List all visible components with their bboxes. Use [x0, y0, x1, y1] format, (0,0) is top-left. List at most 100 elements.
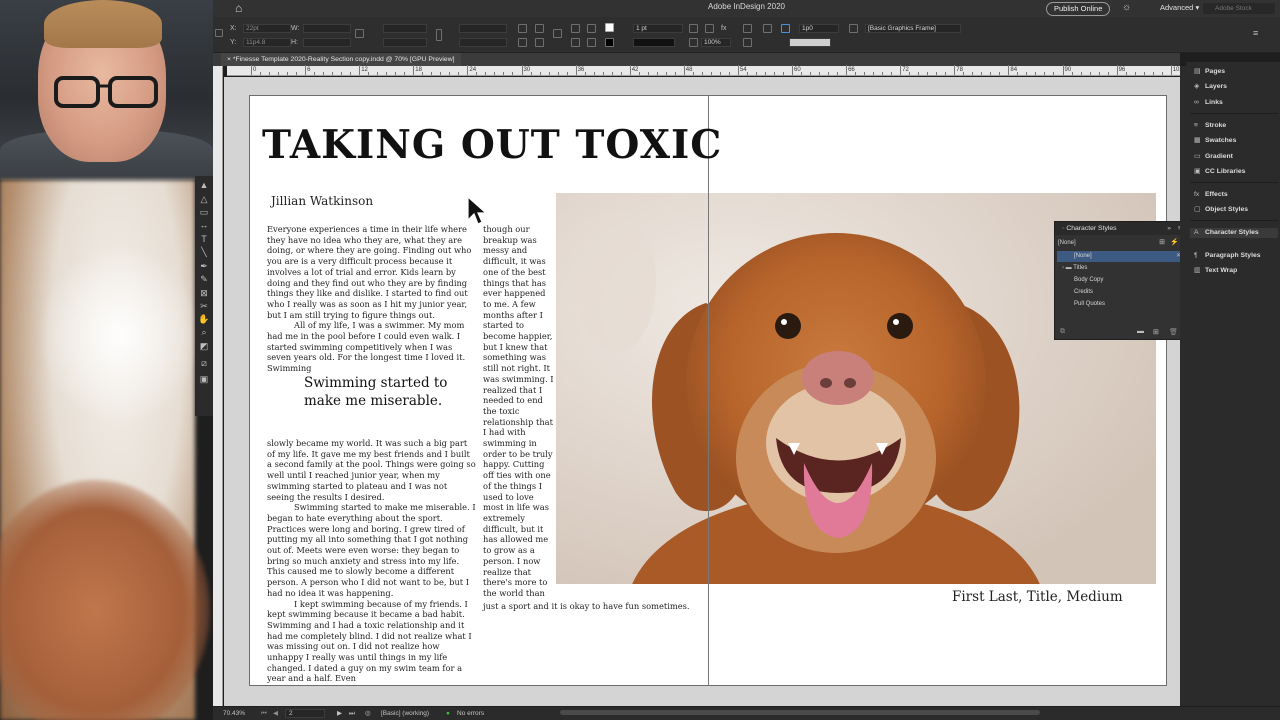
panel-pages[interactable]: ▤ Pages — [1194, 67, 1225, 77]
panel-cc-libraries[interactable]: ▣ CC Libraries — [1194, 167, 1245, 177]
flip-horizontal-icon[interactable] — [518, 38, 527, 47]
body-text-column-2-tail[interactable]: just a sport and it is okay to have fun … — [483, 601, 703, 612]
article-byline[interactable]: Jillian Watkinson — [271, 194, 373, 208]
document-tab[interactable]: × *Finesse Template 2020-Reality Section… — [221, 53, 461, 66]
panel-effects[interactable]: fx Effects — [1194, 190, 1228, 200]
style-item-body-copy[interactable]: Body Copy — [1057, 275, 1185, 286]
page-tool-icon[interactable]: ▭ — [198, 207, 210, 218]
delete-style-icon[interactable]: 🗑 — [1169, 328, 1178, 336]
horizontal-ruler[interactable]: 0 6 12 18 24 30 36 42 48 54 60 66 72 78 84 90 96 102 — [227, 65, 1217, 76]
gap-indicator-icon[interactable] — [781, 24, 790, 33]
new-style-group-icon[interactable]: ⊞ — [1159, 238, 1165, 246]
scale-x-field[interactable] — [383, 24, 427, 33]
panel-paragraph-styles[interactable]: ¶ Paragraph Styles — [1194, 251, 1261, 261]
panel-object-styles[interactable]: ▢ Object Styles — [1194, 205, 1248, 215]
select-previous-icon[interactable] — [587, 24, 596, 33]
rotation-field[interactable] — [459, 24, 507, 33]
style-item-pull-quotes[interactable]: Pull Quotes — [1057, 299, 1185, 310]
preflight-icon[interactable]: ◎ — [365, 709, 371, 719]
apply-none-icon[interactable]: ⧄ — [198, 358, 210, 369]
x-field[interactable]: 22pt — [243, 24, 291, 33]
panel-swatches[interactable]: ▦ Swatches — [1194, 136, 1236, 146]
photo-credit[interactable]: First Last, Title, Medium — [952, 589, 1123, 605]
scissors-tool-icon[interactable]: ✂ — [198, 301, 210, 312]
stroke-type-dropdown[interactable] — [633, 38, 675, 47]
hand-tool-icon[interactable]: ✋ — [198, 314, 210, 325]
y-field[interactable]: 11p4.8 — [243, 38, 291, 47]
rotate-cw-icon[interactable] — [518, 24, 527, 33]
rotate-ccw-icon[interactable] — [535, 24, 544, 33]
group-expand-icon[interactable]: › — [1062, 265, 1064, 271]
panel-layers[interactable]: ◈ Layers — [1194, 82, 1227, 92]
stroke-swatch-icon[interactable] — [605, 38, 614, 47]
align-left-icon[interactable] — [743, 24, 752, 33]
shear-field[interactable] — [459, 38, 507, 47]
article-headline[interactable]: TAKING OUT TOXIC — [262, 120, 721, 170]
align-center-icon[interactable] — [743, 38, 752, 47]
body-text-column-1-top[interactable]: Everyone experiences a time in their lif… — [267, 224, 477, 374]
select-next-icon[interactable] — [587, 38, 596, 47]
gap-tool-icon[interactable]: ↔ — [198, 220, 210, 231]
fit-frame-icon[interactable] — [705, 24, 714, 33]
body-text-column-2[interactable]: though our breakup was messy and difficu… — [483, 224, 555, 599]
preflight-profile[interactable]: [Basic] (working) — [381, 709, 429, 719]
clear-overrides-icon[interactable]: ⧉ — [1060, 328, 1065, 336]
object-style-dropdown[interactable]: [Basic Graphics Frame] — [865, 24, 961, 33]
style-item-credits[interactable]: Credits — [1057, 287, 1185, 298]
reference-p-icon[interactable] — [553, 29, 562, 38]
pencil-tool-icon[interactable]: ✎ — [198, 274, 210, 285]
rectangle-frame-tool-icon[interactable]: ⊠ — [198, 288, 210, 299]
gap-field[interactable]: 1p0 — [799, 24, 839, 33]
type-tool-icon[interactable]: T — [198, 234, 210, 245]
preflight-errors[interactable]: No errors — [457, 709, 484, 719]
panel-stroke[interactable]: ≡ Stroke — [1194, 121, 1226, 131]
opacity-field[interactable] — [789, 38, 831, 47]
scale-percent-field[interactable]: 100% — [701, 38, 731, 47]
horizontal-scrollbar[interactable] — [560, 710, 1040, 715]
pen-tool-icon[interactable]: ✒ — [198, 261, 210, 272]
next-page-icon[interactable]: ▶ — [337, 709, 342, 719]
fill-proportionally-icon[interactable] — [689, 38, 698, 47]
collapse-panel-icon[interactable]: » — [1167, 222, 1171, 235]
panel-text-wrap[interactable]: ▥ Text Wrap — [1194, 266, 1237, 276]
line-tool-icon[interactable]: ╲ — [198, 247, 210, 258]
zoom-level[interactable]: 70.43% — [223, 709, 245, 719]
new-group-icon[interactable]: ▬ — [1137, 328, 1144, 335]
zoom-tool-icon[interactable]: ⌕ — [198, 327, 210, 338]
flip-vertical-icon[interactable] — [535, 38, 544, 47]
publish-online-button[interactable]: Publish Online — [1046, 2, 1111, 16]
adobe-stock-search-input[interactable] — [1203, 3, 1275, 14]
style-item-none[interactable]: [None] ✕ — [1057, 251, 1185, 262]
distribute-icon[interactable] — [763, 24, 772, 33]
new-style-icon[interactable]: ⊞ — [1153, 328, 1159, 336]
panel-links[interactable]: ∞ Links — [1194, 98, 1223, 108]
workspace-switcher[interactable]: Advanced ▾ — [1160, 3, 1199, 12]
direct-selection-tool-icon[interactable]: △ — [198, 194, 210, 205]
panel-menu-icon[interactable]: ≡ — [1253, 29, 1262, 38]
object-style-icon[interactable] — [849, 24, 858, 33]
body-text-column-1-bottom[interactable]: slowly became my world. It was such a bi… — [267, 438, 477, 684]
constrain-link-icon[interactable] — [355, 29, 364, 38]
fx-icon[interactable]: fx — [721, 24, 730, 33]
collapse-arrows-icon[interactable]: ◦ — [1062, 225, 1064, 232]
style-group-titles[interactable]: › ▬ Titles — [1057, 263, 1185, 274]
panel-character-styles[interactable]: A Character Styles — [1190, 228, 1278, 238]
screen-mode-icon[interactable]: ▣ — [198, 374, 210, 385]
page-number-field[interactable]: 2 — [285, 709, 325, 718]
fill-stroke-icon[interactable]: ◩ — [198, 341, 210, 352]
stroke-weight-field[interactable]: 1 pt — [633, 24, 683, 33]
fill-none-swatch-icon[interactable] — [605, 23, 614, 32]
character-styles-panel-header[interactable]: ◦ Character Styles ≡ » — [1055, 222, 1187, 235]
lightbulb-icon[interactable]: ☼ — [1122, 2, 1131, 13]
fit-content-icon[interactable] — [689, 24, 698, 33]
quick-apply-icon[interactable]: ⚡ — [1170, 238, 1179, 246]
h-field[interactable] — [303, 38, 351, 47]
pull-quote[interactable]: Swimming started to make me miserable. — [304, 374, 454, 410]
first-page-icon[interactable]: ⏮ — [261, 709, 267, 719]
close-tab-icon[interactable]: × — [227, 56, 231, 63]
reference-point-icon[interactable] — [215, 29, 223, 37]
panel-gradient[interactable]: ▭ Gradient — [1194, 152, 1233, 162]
w-field[interactable] — [303, 24, 351, 33]
vertical-ruler[interactable] — [213, 66, 223, 706]
select-content-icon[interactable] — [571, 38, 580, 47]
